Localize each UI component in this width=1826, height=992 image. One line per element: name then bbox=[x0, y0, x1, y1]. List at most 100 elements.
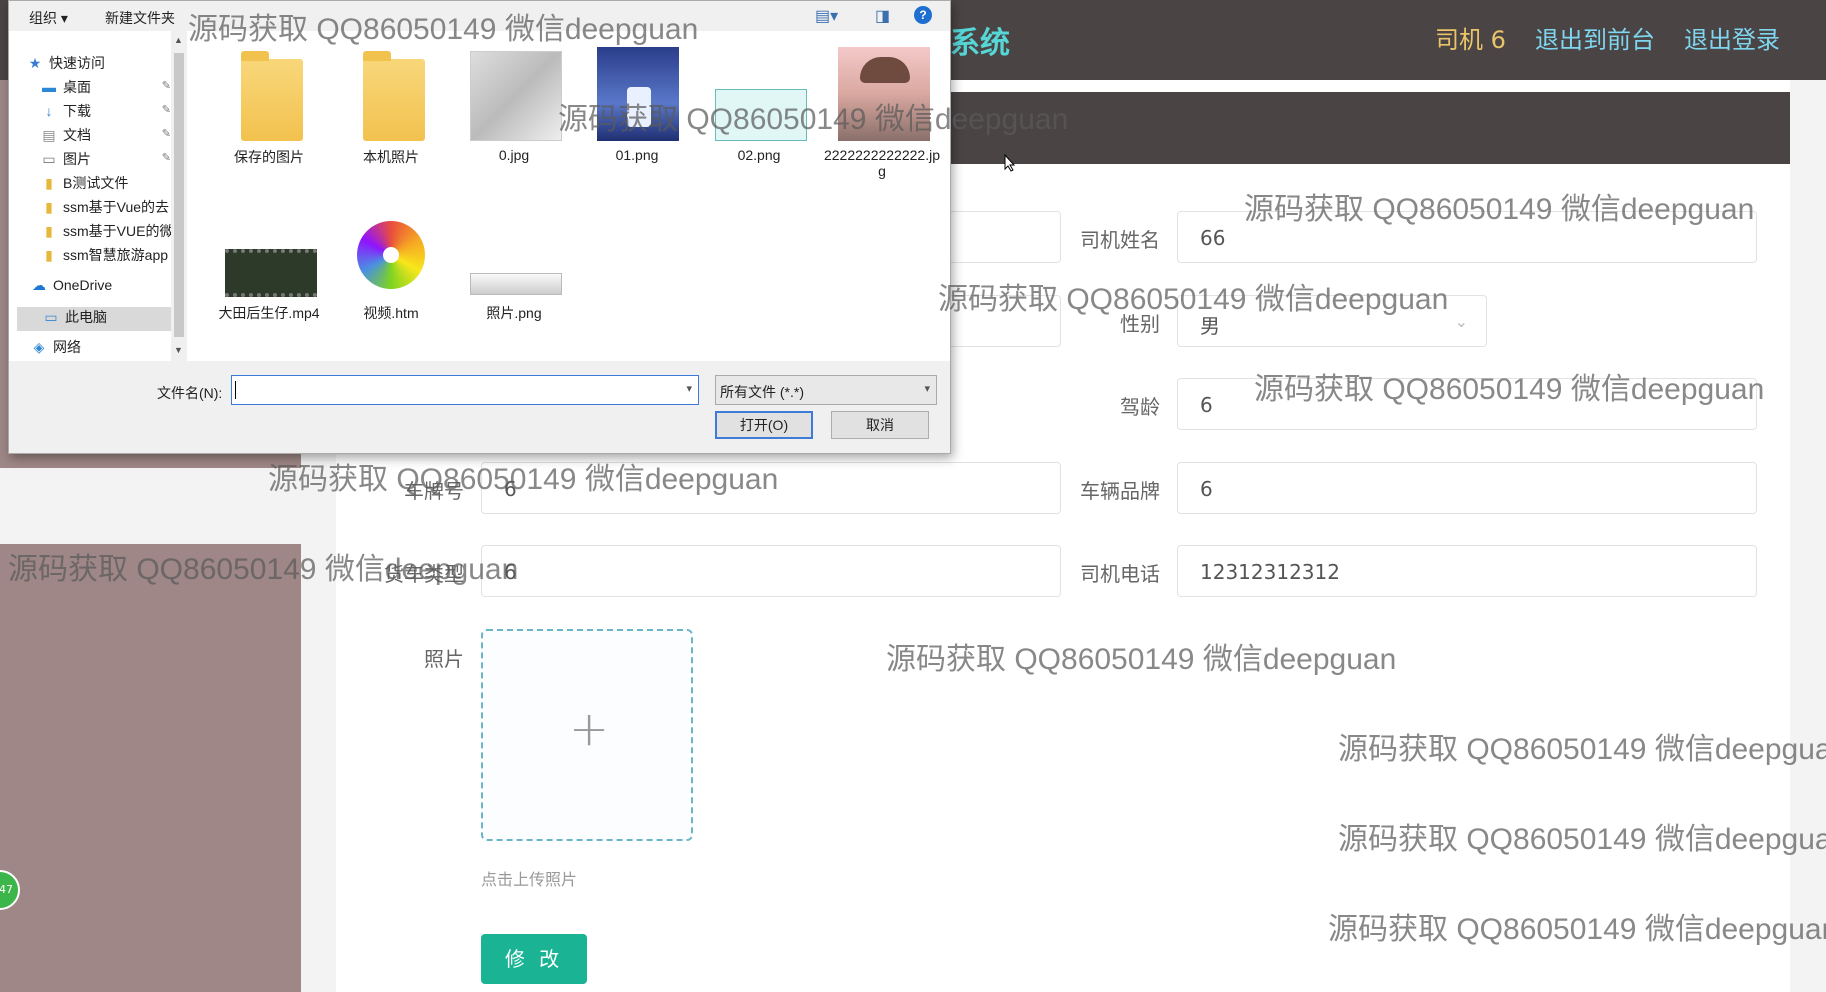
file-name: 01.png bbox=[615, 147, 659, 163]
phone-label: 司机电话 bbox=[1080, 562, 1160, 586]
nav-folder-ssm-travel[interactable]: ▮ ssm智慧旅游app bbox=[41, 245, 175, 269]
nav-folder-ssm-vue2[interactable]: ▮ ssm基于VUE的微 bbox=[41, 221, 175, 245]
file-name: 0.jpg bbox=[498, 147, 530, 163]
star-icon: ★ bbox=[28, 55, 42, 71]
nav-folder-ssm-vue1[interactable]: ▮ ssm基于Vue的去 bbox=[41, 197, 175, 221]
driving-years-field[interactable]: 6 bbox=[1177, 378, 1757, 430]
folder-icon bbox=[221, 45, 317, 141]
file-item-htm[interactable]: 视频.htm bbox=[331, 201, 451, 323]
scroll-down-icon[interactable]: ▼ bbox=[174, 345, 183, 355]
file-item-mp4[interactable]: 大田后生仔.mp4 bbox=[209, 201, 329, 323]
image-thumbnail-icon bbox=[834, 45, 930, 141]
dialog-navigation-pane: ★ 快速访问 ▬ 桌面 ✎ ↓ 下载 ✎ ▤ 文档 ✎ ▭ 图片 ✎ ▮ B测试文件 ▮ ssm基于V… bbox=[9, 31, 179, 361]
file-name: 02.png bbox=[737, 147, 781, 163]
cloud-icon: ☁ bbox=[32, 277, 46, 293]
plate-label: 车牌号 bbox=[404, 479, 464, 503]
nav-folder-test[interactable]: ▮ B测试文件 bbox=[41, 173, 175, 197]
pin-icon: ✎ bbox=[161, 152, 171, 164]
sidebar-strip bbox=[0, 468, 301, 544]
pin-icon: ✎ bbox=[161, 104, 171, 116]
gender-select[interactable]: 男 ⌄ bbox=[1177, 295, 1487, 347]
nav-label: 文档 bbox=[63, 127, 91, 143]
nav-downloads[interactable]: ↓ 下载 ✎ bbox=[41, 101, 175, 125]
picture-icon: ▭ bbox=[42, 151, 56, 167]
brand-field[interactable]: 6 bbox=[1177, 462, 1757, 514]
file-item-2222-jpg[interactable]: 2222222222222.jpg bbox=[822, 45, 942, 179]
nav-label: 下载 bbox=[63, 103, 91, 119]
nav-onedrive[interactable]: ☁ OneDrive bbox=[31, 277, 175, 301]
file-item-folder-local-photos[interactable]: 本机照片 bbox=[331, 45, 451, 167]
phone-field[interactable]: 12312312312 bbox=[1177, 545, 1757, 597]
gender-label: 性别 bbox=[1120, 312, 1160, 336]
image-thumbnail-icon bbox=[711, 45, 807, 141]
nav-documents[interactable]: ▤ 文档 ✎ bbox=[41, 125, 175, 149]
network-icon: ◈ bbox=[33, 339, 45, 355]
driver-name-field[interactable]: 66 bbox=[1177, 211, 1757, 263]
file-name: 视频.htm bbox=[363, 305, 419, 321]
open-button[interactable]: 打开(O) bbox=[715, 411, 813, 439]
file-item-01-png[interactable]: 01.png bbox=[577, 45, 697, 163]
chevron-down-icon: ⌄ bbox=[1454, 312, 1468, 331]
nav-quick-access[interactable]: ★ 快速访问 bbox=[27, 53, 187, 77]
nav-pane-scrollbar[interactable]: ▲ ▼ bbox=[171, 31, 187, 361]
chevron-down-icon[interactable]: ▾ bbox=[686, 382, 692, 395]
folder-icon bbox=[343, 45, 439, 141]
nav-pictures[interactable]: ▭ 图片 ✎ bbox=[41, 149, 175, 173]
folder-icon: ▮ bbox=[45, 223, 53, 239]
nav-logout[interactable]: 退出登录 bbox=[1684, 20, 1780, 55]
nav-label: B测试文件 bbox=[63, 175, 129, 191]
scrollbar-thumb[interactable] bbox=[174, 53, 184, 337]
file-name: 2222222222222.jpg bbox=[823, 147, 940, 179]
submit-button[interactable]: 修 改 bbox=[481, 934, 587, 984]
preview-pane-icon[interactable]: ◨ bbox=[875, 6, 890, 26]
file-name: 照片.png bbox=[486, 305, 542, 321]
filename-label: 文件名(N): bbox=[157, 385, 223, 401]
help-icon[interactable]: ? bbox=[914, 6, 932, 24]
image-thumbnail-icon bbox=[589, 45, 685, 141]
text-caret bbox=[235, 381, 236, 399]
filetype-select[interactable]: 所有文件 (*.*) ▾ bbox=[715, 375, 937, 405]
plus-icon: + bbox=[569, 701, 610, 757]
vehicle-type-field[interactable]: 6 bbox=[481, 545, 1061, 597]
dialog-toolbar: 组织 ▾ 新建文件夹 ▤▾ ◨ ? bbox=[9, 1, 950, 31]
file-open-dialog: 组织 ▾ 新建文件夹 ▤▾ ◨ ? ★ 快速访问 ▬ 桌面 ✎ ↓ 下载 ✎ ▤ 文档 ✎ ▭… bbox=[8, 0, 951, 454]
photo-label: 照片 bbox=[424, 647, 464, 671]
new-folder-button[interactable]: 新建文件夹 bbox=[105, 8, 175, 28]
brand-label: 车辆品牌 bbox=[1080, 479, 1160, 503]
organize-menu[interactable]: 组织 ▾ bbox=[29, 8, 68, 28]
folder-icon: ▮ bbox=[45, 199, 53, 215]
nav-desktop[interactable]: ▬ 桌面 ✎ bbox=[41, 77, 175, 101]
file-item-folder-saved-pictures[interactable]: 保存的图片 bbox=[209, 45, 329, 167]
filename-input[interactable]: ▾ bbox=[231, 375, 699, 405]
nav-label: 网络 bbox=[53, 339, 81, 355]
gender-select-value: 男 bbox=[1200, 314, 1220, 338]
nav-network[interactable]: ◈ 网络 bbox=[31, 337, 175, 361]
image-thumbnail-icon bbox=[466, 201, 562, 297]
view-options-icon[interactable]: ▤▾ bbox=[815, 6, 838, 26]
nav-exit-to-front[interactable]: 退出到前台 bbox=[1535, 20, 1655, 55]
download-icon: ↓ bbox=[45, 103, 53, 119]
vehicle-type-label: 货车类型 bbox=[384, 562, 464, 586]
file-name: 大田后生仔.mp4 bbox=[218, 305, 320, 321]
video-thumbnail-icon bbox=[221, 201, 317, 297]
dialog-bottom-panel: 文件名(N): ▾ 所有文件 (*.*) ▾ 打开(O) 取消 bbox=[9, 361, 950, 453]
nav-label: ssm基于Vue的去 bbox=[63, 199, 170, 215]
nav-label: OneDrive bbox=[53, 277, 113, 293]
chevron-down-icon: ▾ bbox=[924, 383, 930, 395]
folder-icon: ▮ bbox=[45, 175, 53, 191]
scroll-up-icon[interactable]: ▲ bbox=[174, 35, 183, 45]
plate-field[interactable]: 6 bbox=[481, 462, 1061, 514]
photo-upload-box[interactable]: + bbox=[481, 629, 693, 841]
folder-icon: ▮ bbox=[45, 247, 53, 263]
file-name: 本机照片 bbox=[363, 149, 419, 165]
nav-this-pc[interactable]: ▭ 此电脑 bbox=[17, 307, 177, 331]
file-item-02-png[interactable]: 02.png bbox=[699, 45, 819, 163]
file-item-0-jpg[interactable]: 0.jpg bbox=[454, 45, 574, 163]
photo-upload-hint: 点击上传照片 bbox=[481, 870, 578, 889]
cancel-button[interactable]: 取消 bbox=[831, 411, 929, 439]
document-icon: ▤ bbox=[42, 127, 56, 143]
nav-current-user[interactable]: 司机 6 bbox=[1435, 20, 1506, 55]
system-title: 系统 bbox=[950, 26, 1010, 61]
nav-label: 此电脑 bbox=[65, 309, 107, 325]
file-item-photo-png[interactable]: 照片.png bbox=[454, 201, 574, 323]
